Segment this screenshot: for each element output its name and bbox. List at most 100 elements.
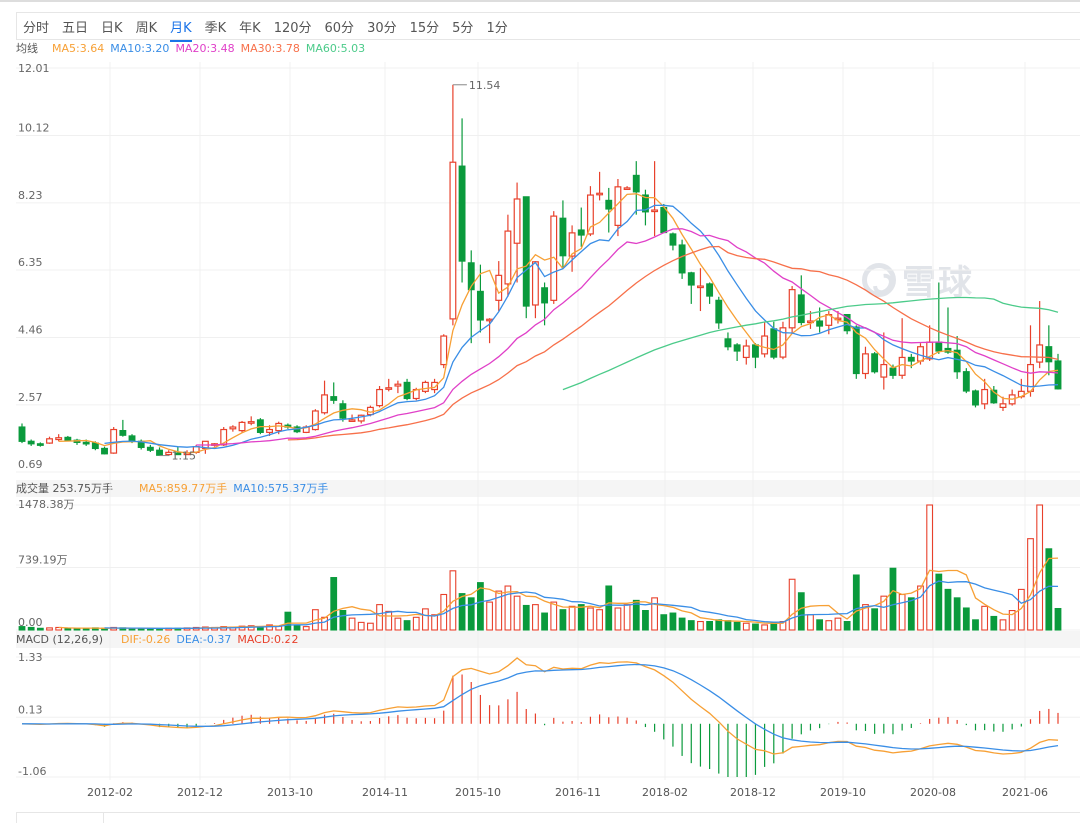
candle-body bbox=[504, 230, 512, 285]
candle-body bbox=[421, 381, 429, 392]
volume-bar bbox=[999, 619, 1007, 631]
volume-bar bbox=[385, 610, 393, 631]
candle-body bbox=[64, 436, 72, 441]
volume-bar bbox=[834, 617, 842, 631]
volume-bar bbox=[559, 609, 567, 631]
price-tick-label: 2.57 bbox=[18, 391, 43, 404]
candle-body bbox=[82, 441, 90, 445]
volume-bar bbox=[366, 622, 374, 631]
candle-body bbox=[476, 290, 484, 321]
volume-bar bbox=[972, 619, 979, 631]
volume-tick-label: 739.19万 bbox=[18, 554, 68, 567]
candle-body bbox=[18, 426, 26, 442]
candle-body bbox=[706, 283, 714, 297]
macd-tick-label: 1.33 bbox=[18, 651, 43, 664]
candle-body bbox=[660, 206, 668, 234]
candle-body bbox=[348, 419, 356, 422]
volume-bar bbox=[724, 620, 732, 631]
candle-body bbox=[238, 421, 246, 432]
candle-body bbox=[605, 199, 613, 210]
volume-bar bbox=[73, 628, 81, 631]
candle-body bbox=[330, 396, 338, 401]
candle-body bbox=[156, 449, 163, 456]
volume-bar bbox=[962, 607, 970, 631]
volume-tick-label: 1478.38万 bbox=[18, 498, 75, 511]
volume-bar bbox=[431, 614, 438, 631]
candle-body bbox=[981, 388, 989, 405]
candle-body bbox=[999, 403, 1007, 409]
volume-bar bbox=[889, 567, 897, 631]
candle-body bbox=[385, 387, 393, 390]
volume-bar bbox=[614, 607, 622, 631]
candle-body bbox=[935, 341, 943, 352]
volume-bar bbox=[797, 592, 805, 631]
volume-bar bbox=[678, 617, 686, 631]
volume-bar bbox=[302, 626, 310, 631]
macd-tick-label: -1.06 bbox=[18, 765, 46, 778]
candle-body bbox=[119, 430, 127, 436]
candle-body bbox=[513, 198, 521, 244]
volume-bar bbox=[522, 604, 530, 631]
volume-bar bbox=[403, 620, 411, 631]
volume-bar bbox=[339, 610, 347, 631]
volume-bar bbox=[36, 627, 44, 631]
ma5-line bbox=[58, 193, 1059, 454]
volume-bar bbox=[394, 617, 402, 631]
candle-body bbox=[531, 261, 539, 306]
volume-bar bbox=[981, 605, 989, 631]
volume-bar bbox=[376, 604, 383, 631]
bottom-toolbar-box bbox=[16, 812, 104, 823]
candle-body bbox=[596, 192, 604, 196]
price-tick-label: 10.12 bbox=[18, 121, 50, 134]
candle-body bbox=[669, 233, 677, 246]
volume-bar bbox=[816, 619, 824, 631]
x-axis-label: 2015-10 bbox=[455, 786, 501, 799]
candle-body bbox=[91, 442, 99, 450]
candle-body bbox=[972, 390, 979, 406]
volume-bar bbox=[687, 620, 695, 631]
volume-bar bbox=[596, 609, 603, 631]
candle-body bbox=[110, 428, 118, 454]
x-axis-label: 2016-11 bbox=[555, 786, 601, 799]
volume-bar bbox=[944, 588, 952, 631]
volume-bar bbox=[422, 608, 429, 631]
volume-bar bbox=[541, 612, 548, 631]
volume-bar bbox=[357, 621, 365, 631]
volume-bar bbox=[330, 577, 338, 631]
x-axis-label: 2012-02 bbox=[87, 786, 133, 799]
volume-bar bbox=[706, 620, 714, 631]
candle-body bbox=[394, 383, 402, 387]
candle-body bbox=[678, 244, 686, 274]
volume-bar bbox=[46, 627, 53, 631]
volume-bar bbox=[898, 593, 906, 631]
candle-body bbox=[816, 320, 824, 327]
volume-bar bbox=[293, 624, 301, 631]
candle-body bbox=[1036, 344, 1044, 363]
volume-bar bbox=[550, 601, 558, 631]
candle-body bbox=[440, 335, 448, 366]
volume-bar bbox=[467, 597, 475, 631]
x-axis-label: 2013-10 bbox=[267, 786, 313, 799]
price-tick-label: 12.01 bbox=[18, 62, 50, 75]
x-axis-label: 2020-08 bbox=[910, 786, 956, 799]
volume-bar bbox=[577, 604, 585, 631]
volume-bar bbox=[568, 605, 576, 631]
candle-body bbox=[403, 381, 411, 400]
candle-body bbox=[715, 299, 723, 324]
volume-bar bbox=[27, 626, 35, 631]
kline-chart[interactable]: 12.01 10.12 8.23 6.35 4.46 2.57 0.69 1478.38万 73… bbox=[0, 0, 1080, 819]
candle-body bbox=[577, 229, 585, 236]
max-price-label: 11.54 bbox=[469, 79, 501, 92]
volume-bar bbox=[715, 619, 723, 631]
volume-bar bbox=[651, 597, 658, 631]
volume-bar bbox=[669, 612, 677, 631]
candle-body bbox=[962, 371, 970, 392]
volume-bar bbox=[660, 614, 668, 631]
candle-body bbox=[797, 294, 805, 324]
candle-body bbox=[266, 428, 273, 433]
x-axis-label: 2018-02 bbox=[642, 786, 688, 799]
x-axis-label: 2012-12 bbox=[177, 786, 223, 799]
volume-bar bbox=[348, 617, 356, 631]
candle-body bbox=[697, 285, 704, 289]
volume-bar bbox=[825, 620, 833, 631]
